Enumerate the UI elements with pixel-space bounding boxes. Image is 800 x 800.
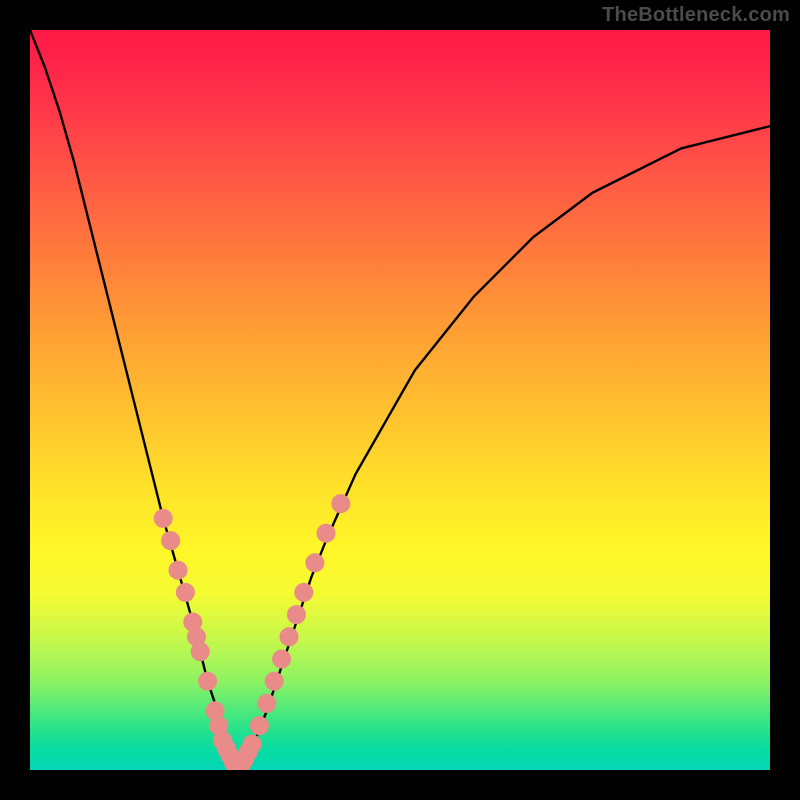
curve-marker [243,735,261,753]
curve-marker [154,509,172,527]
curve-marker [176,583,194,601]
curve-marker [199,672,217,690]
curve-marker [250,717,268,735]
curve-marker [280,628,298,646]
curve-marker [258,694,276,712]
curve-marker [332,495,350,513]
bottleneck-curve [30,30,770,770]
curve-marker [191,643,209,661]
curve-marker [265,672,283,690]
curve-marker [306,554,324,572]
curve-marker [162,532,180,550]
curve-marker [295,583,313,601]
curve-marker [317,524,335,542]
curve-marker [287,606,305,624]
watermark-text: TheBottleneck.com [602,4,790,27]
curve-layer [30,30,770,770]
plot-area [30,30,770,770]
curve-marker [273,650,291,668]
curve-marker [169,561,187,579]
chart-frame: TheBottleneck.com [0,0,800,800]
curve-markers [154,495,350,770]
